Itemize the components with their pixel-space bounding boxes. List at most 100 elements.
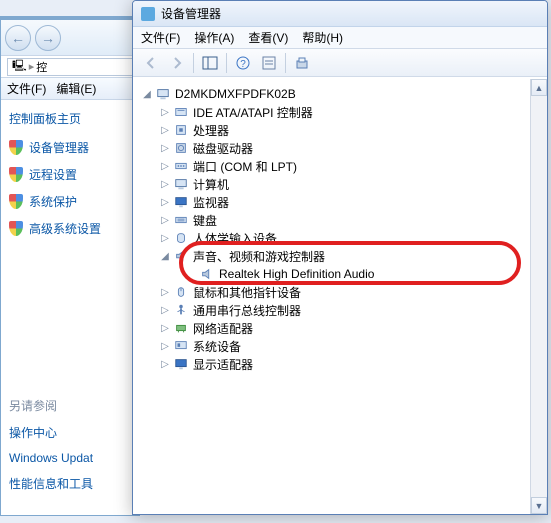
svg-text:?: ? xyxy=(240,59,246,70)
tree-node-label: 端口 (COM 和 LPT) xyxy=(193,158,297,175)
expand-toggle[interactable]: ◢ xyxy=(159,250,171,262)
tree-node-label: 监视器 xyxy=(193,194,229,211)
tree-node[interactable]: ▷ 鼠标和其他指针设备 xyxy=(137,283,543,301)
sidebar-item-label: 远程设置 xyxy=(29,166,77,183)
tree-node[interactable]: ▷通用串行总线控制器 xyxy=(137,301,543,319)
expand-toggle[interactable]: ▷ xyxy=(159,178,171,190)
expand-toggle[interactable]: ▷ xyxy=(159,160,171,172)
port-icon xyxy=(173,158,189,174)
menu-file[interactable]: 文件(F) xyxy=(7,80,46,97)
toolbar-forward-button xyxy=(165,52,189,74)
tree-node[interactable]: ▷ 处理器 xyxy=(137,121,543,139)
expand-toggle[interactable]: ▷ xyxy=(159,106,171,118)
tree-node[interactable]: ▷ 显示适配器 xyxy=(137,355,543,373)
device-manager-window: 设备管理器 文件(F) 操作(A) 查看(V) 帮助(H) ? ◢ D2MKDM… xyxy=(132,0,548,515)
expand-toggle[interactable]: ▷ xyxy=(159,322,171,334)
address-bar: 🖳 ▸ 控 xyxy=(1,56,139,78)
separator xyxy=(193,53,194,73)
usb-icon xyxy=(173,302,189,318)
keyboard-icon xyxy=(173,212,189,228)
tree-node-label: 键盘 xyxy=(193,212,217,229)
control-panel-home-link[interactable]: 控制面板主页 xyxy=(9,110,131,127)
titlebar[interactable]: 设备管理器 xyxy=(133,1,547,27)
menu-view[interactable]: 查看(V) xyxy=(248,29,288,46)
tree-node-label: 网络适配器 xyxy=(193,320,253,337)
tree-node[interactable]: ▷ IDE ATA/ATAPI 控制器 xyxy=(137,103,543,121)
expand-toggle[interactable]: ▷ xyxy=(159,358,171,370)
scan-icon xyxy=(294,55,310,71)
shield-icon xyxy=(9,221,23,236)
tree-node-label: 磁盘驱动器 xyxy=(193,140,253,157)
tree-node-label: 处理器 xyxy=(193,122,229,139)
tree-node-label: IDE ATA/ATAPI 控制器 xyxy=(193,104,313,121)
tree-node-label: 声音、视频和游戏控制器 xyxy=(193,248,325,265)
scroll-track[interactable] xyxy=(531,96,547,497)
expand-toggle[interactable]: ▷ xyxy=(159,232,171,244)
expand-toggle[interactable]: ▷ xyxy=(159,304,171,316)
expand-toggle[interactable]: ▷ xyxy=(159,286,171,298)
toolbar-scan-button[interactable] xyxy=(290,52,314,74)
tree-node[interactable]: ▷计算机 xyxy=(137,175,543,193)
system-icon xyxy=(173,338,189,354)
vertical-scrollbar[interactable]: ▲ ▼ xyxy=(530,79,547,514)
net-icon xyxy=(173,320,189,336)
tree-root[interactable]: ◢ D2MKDMXFPDFK02B xyxy=(137,85,543,103)
expand-toggle[interactable]: ▷ xyxy=(159,196,171,208)
menu-edit[interactable]: 编辑(E) xyxy=(56,80,96,97)
hid-icon xyxy=(173,230,189,246)
expand-toggle[interactable]: ▷ xyxy=(159,214,171,226)
sidebar-item-device-manager[interactable]: 设备管理器 xyxy=(9,139,131,156)
sidebar-item-remote-settings[interactable]: 远程设置 xyxy=(9,166,131,183)
computer-icon: 🖳 xyxy=(12,57,27,76)
seealso-title: 另请参阅 xyxy=(9,397,131,414)
tree-node[interactable]: ▷ 监视器 xyxy=(137,193,543,211)
seealso-section: 另请参阅 操作中心 Windows Updat 性能信息和工具 xyxy=(9,397,131,492)
shield-icon xyxy=(9,194,23,209)
separator xyxy=(226,53,227,73)
seealso-link-action-center[interactable]: 操作中心 xyxy=(9,424,131,441)
toolbar-show-hidden-button[interactable] xyxy=(198,52,222,74)
monitor-icon xyxy=(173,194,189,210)
address-box[interactable]: 🖳 ▸ 控 xyxy=(7,58,133,76)
window-title: 设备管理器 xyxy=(161,5,221,22)
scroll-up-button[interactable]: ▲ xyxy=(531,79,547,96)
tree-node-realtek-audio[interactable]: Realtek High Definition Audio xyxy=(137,265,543,283)
panel-icon xyxy=(202,55,218,71)
toolbar-help-button[interactable]: ? xyxy=(231,52,255,74)
seealso-link-windows-update[interactable]: Windows Updat xyxy=(9,451,131,465)
tree-node-sound[interactable]: ◢ 声音、视频和游戏控制器 xyxy=(137,247,543,265)
menu-help[interactable]: 帮助(H) xyxy=(302,29,343,46)
sidebar-item-advanced-settings[interactable]: 高级系统设置 xyxy=(9,220,131,237)
tree-node-label: 鼠标和其他指针设备 xyxy=(193,284,301,301)
tree-node-label: 显示适配器 xyxy=(193,356,253,373)
sidebar: 控制面板主页 设备管理器 远程设置 系统保护 高级系统设置 另请参阅 操作中心 … xyxy=(1,100,139,512)
expand-toggle[interactable]: ▷ xyxy=(159,340,171,352)
scroll-down-button[interactable]: ▼ xyxy=(531,497,547,514)
menu-file[interactable]: 文件(F) xyxy=(141,29,180,46)
sidebar-item-system-protection[interactable]: 系统保护 xyxy=(9,193,131,210)
tree-node[interactable]: ▷ 磁盘驱动器 xyxy=(137,139,543,157)
seealso-link-performance[interactable]: 性能信息和工具 xyxy=(9,475,131,492)
address-text: 控 xyxy=(36,59,47,75)
chevron-right-icon: ▸ xyxy=(29,60,35,73)
expand-toggle[interactable]: ◢ xyxy=(141,88,153,100)
forward-button[interactable]: → xyxy=(35,25,61,51)
expand-toggle[interactable]: ▷ xyxy=(159,124,171,136)
disk-icon xyxy=(173,140,189,156)
expand-toggle[interactable]: ▷ xyxy=(159,142,171,154)
tree-node[interactable]: ▷ 端口 (COM 和 LPT) xyxy=(137,157,543,175)
menu-action[interactable]: 操作(A) xyxy=(194,29,234,46)
toolbar-properties-button[interactable] xyxy=(257,52,281,74)
device-tree[interactable]: ◢ D2MKDMXFPDFK02B ▷ IDE ATA/ATAPI 控制器 ▷ 处理器… xyxy=(133,79,547,514)
tree-node-label: Realtek High Definition Audio xyxy=(219,267,374,281)
tree-node[interactable]: ▷ 键盘 xyxy=(137,211,543,229)
sidebar-item-label: 高级系统设置 xyxy=(29,220,101,237)
separator xyxy=(285,53,286,73)
tree-node[interactable]: ▷ 网络适配器 xyxy=(137,319,543,337)
tree-node-label: 系统设备 xyxy=(193,338,241,355)
app-icon xyxy=(141,7,155,21)
back-button[interactable]: ← xyxy=(5,25,31,51)
tree-node[interactable]: ▷人体学输入设备 xyxy=(137,229,543,247)
display-icon xyxy=(173,356,189,372)
tree-node[interactable]: ▷ 系统设备 xyxy=(137,337,543,355)
